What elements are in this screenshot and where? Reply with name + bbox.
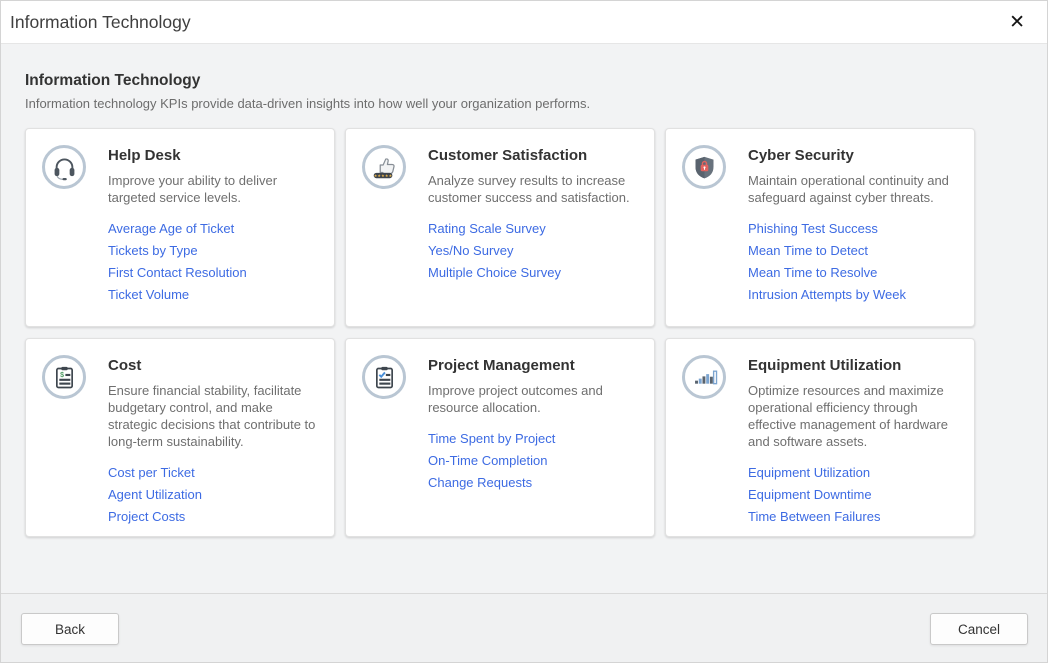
card-description: Improve your ability to deliver targeted… — [108, 172, 316, 206]
dollar-clipboard-icon: $ — [42, 355, 86, 399]
card-link-list: Rating Scale SurveyYes/No SurveyMultiple… — [428, 218, 636, 284]
dialog-title: Information Technology — [10, 12, 191, 33]
information-technology-dialog: Information Technology ✕ Information Tec… — [0, 0, 1048, 663]
close-icon[interactable]: ✕ — [1005, 11, 1029, 34]
card-link-list: Equipment UtilizationEquipment DowntimeT… — [748, 462, 956, 528]
card-link-list: Time Spent by ProjectOn-Time CompletionC… — [428, 428, 636, 494]
card-description: Analyze survey results to increase custo… — [428, 172, 636, 206]
card-link-list: Cost per TicketAgent UtilizationProject … — [108, 462, 316, 528]
thumbs-up-stars-icon: ★★★★★ — [362, 145, 406, 189]
kpi-link[interactable]: Time Spent by Project — [428, 428, 636, 450]
kpi-link[interactable]: Mean Time to Resolve — [748, 262, 956, 284]
kpi-link[interactable]: Mean Time to Detect — [748, 240, 956, 262]
kpi-card: ★★★★★ Customer Satisfaction Analyze surv… — [345, 128, 655, 327]
card-title: Equipment Utilization — [748, 356, 956, 375]
kpi-card: Cyber Security Maintain operational cont… — [665, 128, 975, 327]
card-title: Cost — [108, 356, 316, 375]
kpi-link[interactable]: Cost per Ticket — [108, 462, 316, 484]
kpi-card: Equipment Utilization Optimize resources… — [665, 338, 975, 537]
card-description: Optimize resources and maximize operatio… — [748, 382, 956, 450]
kpi-link[interactable]: Equipment Utilization — [748, 462, 956, 484]
kpi-link[interactable]: Phishing Test Success — [748, 218, 956, 240]
kpi-link[interactable]: Tickets by Type — [108, 240, 316, 262]
kpi-link[interactable]: Intrusion Attempts by Week — [748, 284, 956, 306]
card-grid: Help Desk Improve your ability to delive… — [25, 128, 1023, 537]
svg-text:★★★★★: ★★★★★ — [373, 173, 392, 178]
bar-chart-icon — [682, 355, 726, 399]
card-description: Improve project outcomes and resource al… — [428, 382, 636, 416]
kpi-card: Help Desk Improve your ability to delive… — [25, 128, 335, 327]
kpi-link[interactable]: Ticket Volume — [108, 284, 316, 306]
kpi-card: Project Management Improve project outco… — [345, 338, 655, 537]
page-subtitle: Information technology KPIs provide data… — [25, 96, 1023, 111]
kpi-link[interactable]: First Contact Resolution — [108, 262, 316, 284]
kpi-link[interactable]: Agent Utilization — [108, 484, 316, 506]
checklist-clipboard-icon — [362, 355, 406, 399]
card-link-list: Phishing Test SuccessMean Time to Detect… — [748, 218, 956, 306]
shield-lock-icon — [682, 145, 726, 189]
kpi-link[interactable]: Rating Scale Survey — [428, 218, 636, 240]
kpi-link[interactable]: Time Between Failures — [748, 506, 956, 528]
headset-icon — [42, 145, 86, 189]
kpi-link[interactable]: Project Costs — [108, 506, 316, 528]
kpi-link[interactable]: Average Age of Ticket — [108, 218, 316, 240]
card-title: Customer Satisfaction — [428, 146, 636, 165]
back-button[interactable]: Back — [21, 613, 119, 645]
cancel-button[interactable]: Cancel — [930, 613, 1028, 645]
kpi-card: $ Cost Ensure financial stability, facil… — [25, 338, 335, 537]
dialog-footer: Back Cancel — [1, 593, 1047, 662]
dialog-body: Information Technology Information techn… — [1, 44, 1047, 593]
card-title: Project Management — [428, 356, 636, 375]
kpi-link[interactable]: Change Requests — [428, 472, 636, 494]
card-description: Maintain operational continuity and safe… — [748, 172, 956, 206]
kpi-link[interactable]: Multiple Choice Survey — [428, 262, 636, 284]
kpi-link[interactable]: On-Time Completion — [428, 450, 636, 472]
card-title: Help Desk — [108, 146, 316, 165]
page-title: Information Technology — [25, 72, 1023, 90]
card-link-list: Average Age of TicketTickets by TypeFirs… — [108, 218, 316, 306]
kpi-link[interactable]: Equipment Downtime — [748, 484, 956, 506]
svg-text:$: $ — [60, 372, 64, 379]
kpi-link[interactable]: Yes/No Survey — [428, 240, 636, 262]
dialog-titlebar: Information Technology ✕ — [1, 1, 1047, 44]
card-description: Ensure financial stability, facilitate b… — [108, 382, 316, 450]
card-title: Cyber Security — [748, 146, 956, 165]
